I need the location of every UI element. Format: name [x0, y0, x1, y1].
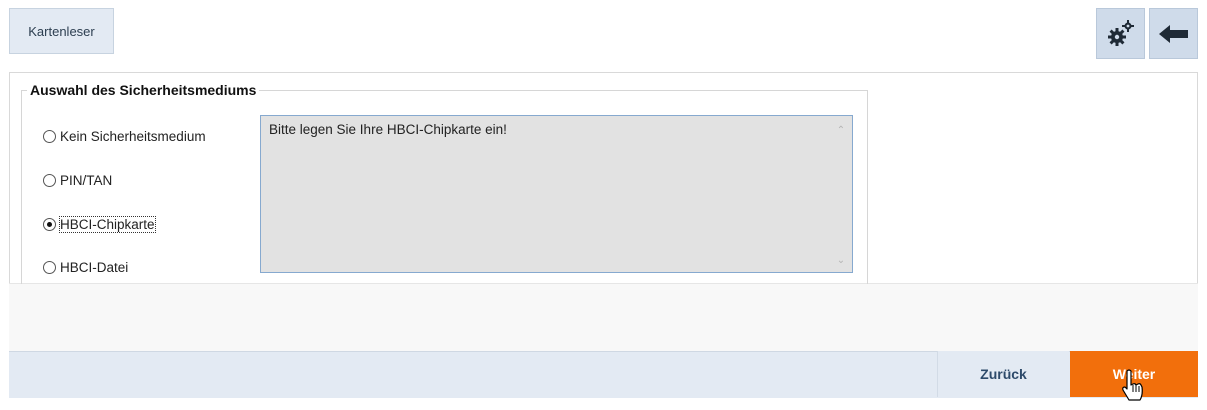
scroll-down-icon[interactable]: ⌄	[835, 254, 847, 266]
message-textbox[interactable]: Bitte legen Sie Ihre HBCI-Chipkarte ein!…	[260, 115, 853, 273]
card-reader-label: Kartenleser	[28, 23, 95, 39]
radio-label: Kein Sicherheitsmedium	[60, 128, 206, 144]
radio-hbci-file[interactable]: HBCI-Datei	[43, 257, 128, 277]
radio-label: PIN/TAN	[60, 172, 113, 188]
arrow-left-icon	[1158, 24, 1188, 43]
radio-hbci-chipcard[interactable]: HBCI-Chipkarte	[43, 214, 156, 234]
radio-label: HBCI-Chipkarte	[59, 215, 156, 233]
radio-no-security-medium[interactable]: Kein Sicherheitsmedium	[43, 126, 206, 146]
card-reader-button[interactable]: Kartenleser	[9, 8, 114, 54]
group-title: Auswahl des Sicherheitsmediums	[27, 82, 260, 98]
radio-circle[interactable]	[43, 260, 56, 274]
radio-pin-tan[interactable]: PIN/TAN	[43, 170, 112, 190]
panel-lower-area	[9, 283, 1198, 351]
back-arrow-button[interactable]	[1149, 8, 1198, 59]
radio-circle[interactable]	[43, 173, 56, 187]
radio-circle-checked[interactable]	[43, 217, 56, 231]
back-button-label: Zurück	[980, 366, 1027, 382]
scroll-up-icon[interactable]: ⌃	[835, 124, 847, 136]
radio-label: HBCI-Datei	[60, 259, 129, 275]
message-text: Bitte legen Sie Ihre HBCI-Chipkarte ein!	[269, 122, 507, 137]
gears-icon	[1107, 19, 1134, 46]
settings-button[interactable]	[1096, 8, 1145, 59]
radio-circle[interactable]	[43, 129, 56, 143]
hand-cursor-icon	[1122, 369, 1143, 401]
back-button[interactable]: Zurück	[937, 351, 1069, 397]
